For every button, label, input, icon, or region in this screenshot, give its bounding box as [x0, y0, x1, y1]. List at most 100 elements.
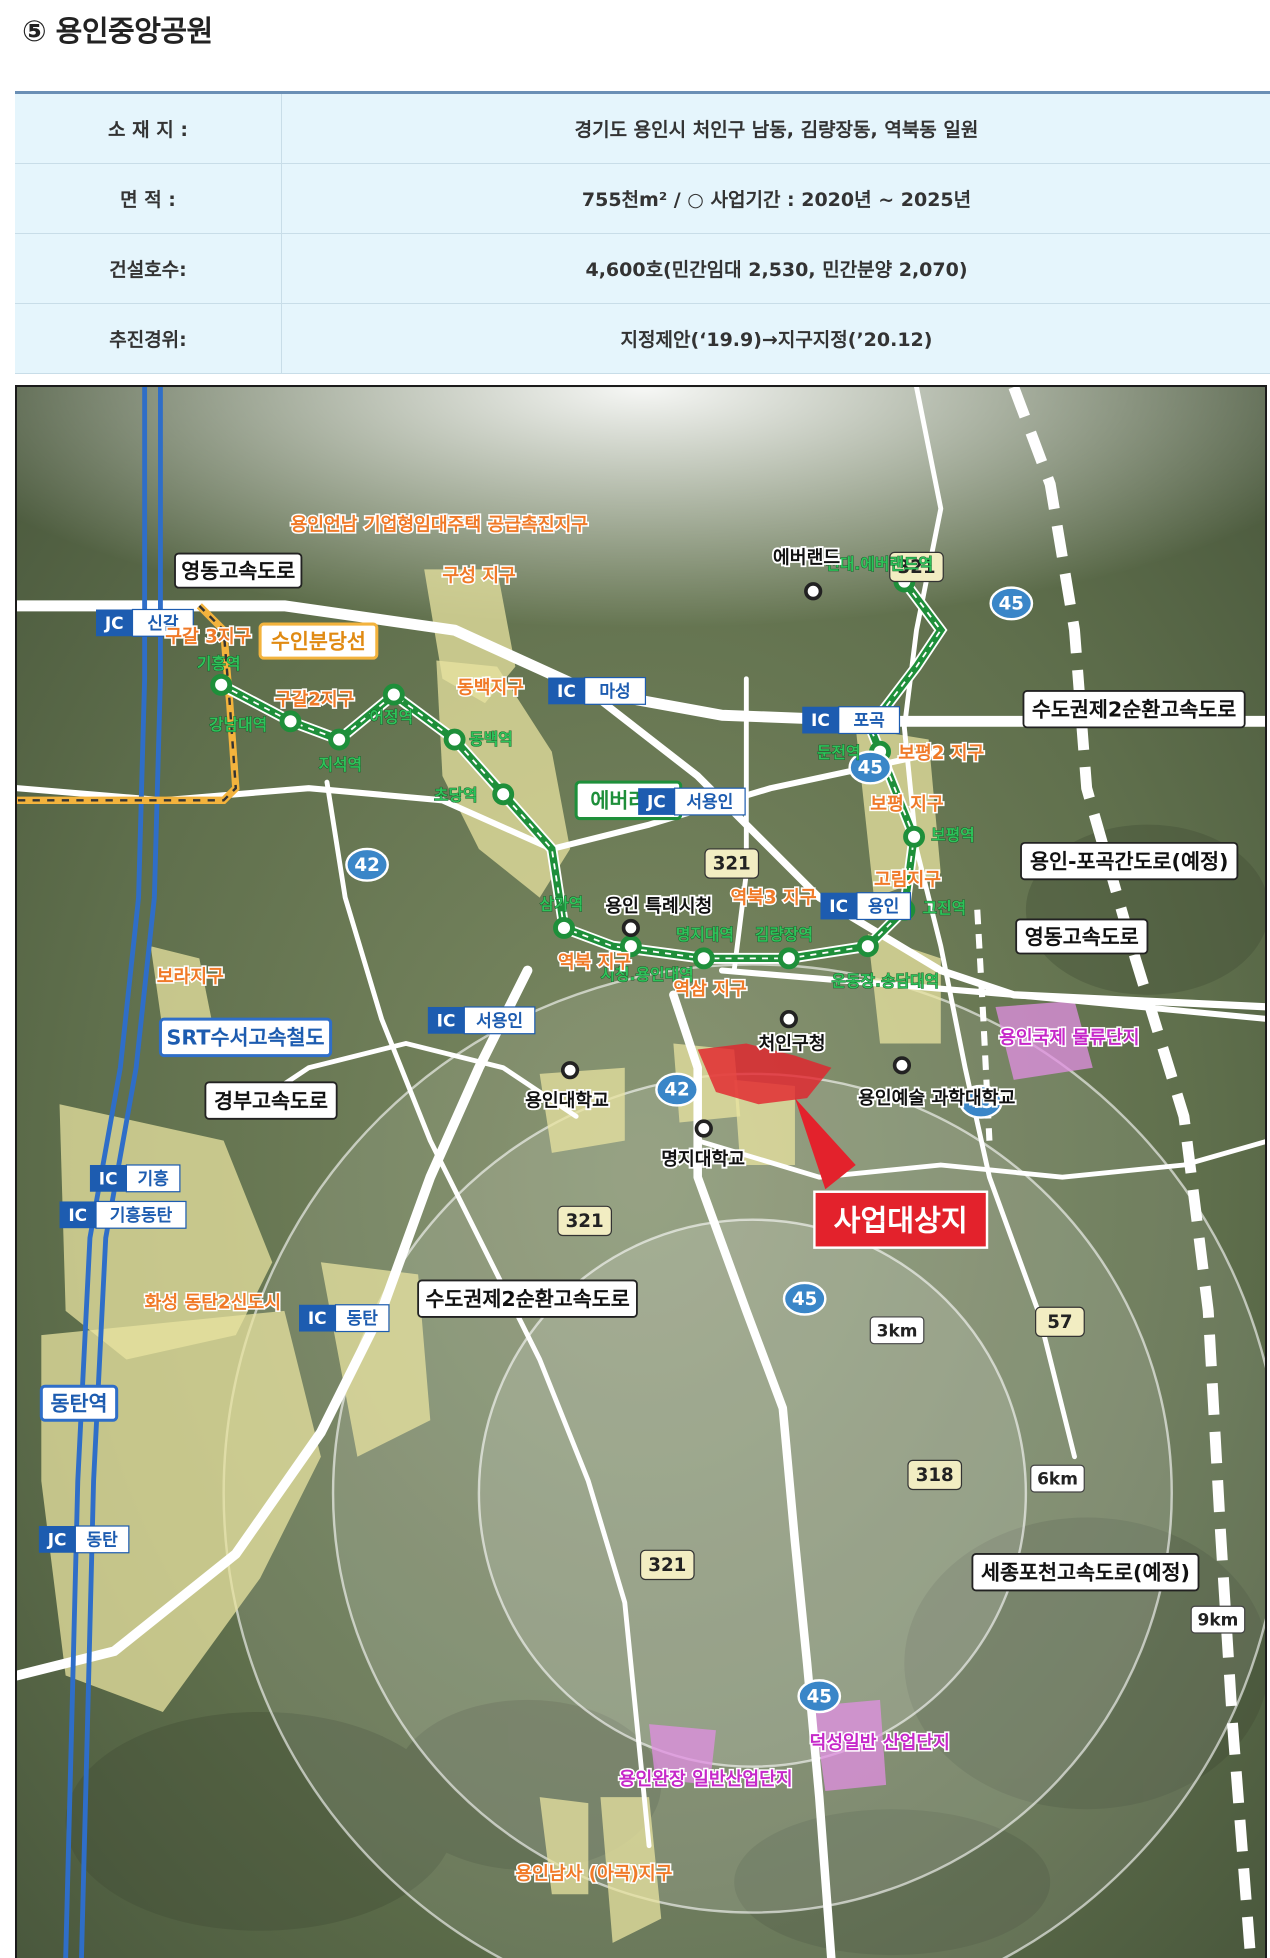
district-guseong: 구성 지구 — [442, 566, 516, 587]
svg-text:IC: IC — [308, 1309, 327, 1329]
location-map: 321 45 45 42 321 42 45 321 45 57 318 321… — [15, 385, 1267, 1958]
district-yeokbuk3: 역북3 지구 — [731, 888, 817, 909]
svg-text:IC: IC — [437, 1011, 456, 1031]
table-row: 추진경위: 지정제안(‘19.9)→지구지정(’20.12) — [15, 303, 1270, 374]
svg-text:세종포천고속도로(예정): 세종포천고속도로(예정) — [981, 1560, 1190, 1584]
ic-giheung: IC 기흥 — [89, 1164, 181, 1193]
district-gugal3: 구갈 3지구 — [165, 625, 251, 647]
station-gimnyangjang: 김량장역 — [755, 925, 813, 944]
jc-seoyongin: JC 서용인 — [638, 787, 746, 816]
svg-text:용인-포곡간도로(예정): 용인-포곡간도로(예정) — [1030, 849, 1229, 873]
label-suin-bundang: 수인분당선 — [258, 622, 379, 660]
route-318: 318 — [907, 1459, 963, 1491]
info-key-households: 건설호수: — [15, 233, 282, 304]
svg-text:IC: IC — [811, 711, 830, 731]
svg-text:동탄역: 동탄역 — [50, 1392, 107, 1416]
station-dunjeon: 둔전역 — [817, 743, 861, 762]
info-value-area: 755천m² / ○ 사업기간 : 2020년 ~ 2025년 — [281, 163, 1270, 234]
svg-text:마성: 마성 — [599, 682, 630, 702]
ic-maseong: IC 마성 — [548, 676, 647, 705]
landmark-city-hall: 용인 특례시청 — [605, 896, 712, 917]
svg-text:기흥동탄: 기흥동탄 — [110, 1205, 173, 1226]
station-samga: 삼가역 — [540, 895, 584, 914]
svg-text:서용인: 서용인 — [476, 1011, 523, 1031]
route-42-west: 42 — [345, 847, 389, 882]
svg-text:45: 45 — [999, 593, 1024, 614]
table-row: 건설호수: 4,600호(민간임대 2,530, 민간분양 2,070) — [15, 233, 1270, 304]
district-namsa: 용인남사 (아곡)지구 — [515, 1864, 672, 1885]
landmark-cheoin-office: 처인구청 — [758, 1034, 825, 1055]
station-undong: 운동장.송담대역 — [831, 971, 939, 990]
jc-dongtan: JC 동탄 — [38, 1525, 130, 1554]
station-jiseok: 지석역 — [318, 755, 362, 774]
info-value-progress: 지정제안(‘19.9)→지구지정(’20.12) — [281, 303, 1270, 374]
district-hwaseong: 화성 동탄2신도시 — [145, 1292, 281, 1313]
label-yongin-pogok: 용인-포곡간도로(예정) — [1020, 841, 1239, 881]
svg-text:57: 57 — [1047, 1312, 1072, 1333]
svg-text:사업대상지: 사업대상지 — [834, 1204, 968, 1238]
info-key-area: 면 적 : — [15, 163, 282, 234]
route-45-top: 45 — [989, 586, 1034, 621]
label-gyeongbu: 경부고속도로 — [204, 1081, 338, 1120]
svg-text:3km: 3km — [877, 1321, 918, 1341]
svg-text:경부고속도로: 경부고속도로 — [214, 1089, 328, 1113]
station-chodang: 초당역 — [434, 785, 478, 804]
station-bopyeong: 보평역 — [931, 825, 975, 844]
svg-text:JC: JC — [646, 793, 666, 813]
svg-text:수인분당선: 수인분당선 — [271, 629, 366, 653]
label-sejong-pocheon: 세종포천고속도로(예정) — [971, 1553, 1200, 1592]
route-321-bottom: 321 — [639, 1549, 695, 1581]
station-gangnam: 강남대역 — [209, 715, 267, 734]
svg-text:용인: 용인 — [868, 897, 899, 917]
station-myeongji: 명지대역 — [676, 925, 734, 944]
industrial-wanjang: 용인완장 일반산업단지 — [619, 1768, 793, 1790]
district-bopyeong2: 보평2 지구 — [898, 743, 984, 764]
station-everland: 전대.에버랜드역 — [825, 554, 933, 573]
svg-text:45: 45 — [807, 1686, 832, 1707]
svg-text:서용인: 서용인 — [686, 793, 733, 813]
table-row: 소 재 지 : 경기도 용인시 처인구 남동, 김량장동, 역북동 일원 — [15, 92, 1270, 164]
svg-text:JC: JC — [104, 614, 124, 634]
distance-6km: 6km — [1030, 1464, 1085, 1493]
route-321-mid: 321 — [704, 848, 760, 879]
landmark-everland: 에버랜드 — [773, 547, 840, 568]
station-gojin: 고진역 — [923, 898, 967, 917]
svg-text:영동고속도로: 영동고속도로 — [1025, 925, 1139, 949]
district-gorim: 고림지구 — [874, 869, 941, 890]
route-45-center: 45 — [782, 1281, 827, 1316]
label-srt: SRT수서고속철도 — [158, 1017, 333, 1058]
ic-pogok: IC 포곡 — [802, 706, 901, 735]
svg-text:321: 321 — [566, 1211, 604, 1232]
label-capital-ring-s: 수도권제2순환고속도로 — [417, 1279, 638, 1318]
route-45-bottom: 45 — [797, 1679, 842, 1714]
district-yeoksam: 역삼 지구 — [673, 979, 747, 1000]
ic-giheung-dongtan: IC 기흥동탄 — [59, 1200, 187, 1229]
label-yeongdong-nw: 영동고속도로 — [174, 552, 303, 589]
station-giheung: 기흥역 — [197, 654, 241, 673]
svg-text:IC: IC — [68, 1206, 87, 1226]
svg-text:영동고속도로: 영동고속도로 — [181, 559, 295, 583]
svg-text:수도권제2순환고속도로: 수도권제2순환고속도로 — [425, 1287, 629, 1311]
ic-seoyongin: IC 서용인 — [427, 1006, 536, 1035]
svg-text:기흥: 기흥 — [137, 1168, 169, 1189]
table-row: 면 적 : 755천m² / ○ 사업기간 : 2020년 ~ 2025년 — [15, 163, 1270, 234]
district-dongbaek: 동백지구 — [457, 677, 524, 698]
info-value-location: 경기도 용인시 처인구 남동, 김량장동, 역북동 일원 — [281, 92, 1270, 164]
district-yeokbuk: 역북 지구 — [558, 952, 632, 973]
district-yongin-eonnam: 용인언남 기업형임대주택 공급촉진지구 — [290, 513, 588, 535]
label-yeongdong-e: 영동고속도로 — [1015, 918, 1149, 955]
svg-text:321: 321 — [713, 854, 751, 875]
district-bora: 보라지구 — [157, 967, 224, 988]
info-value-households: 4,600호(민간임대 2,530, 민간분양 2,070) — [281, 233, 1270, 304]
target-callout: 사업대상지 — [813, 1190, 989, 1249]
svg-text:9km: 9km — [1198, 1611, 1239, 1631]
district-bopyeong: 보평 지구 — [870, 794, 944, 815]
ic-dongtan: IC 동탄 — [299, 1304, 390, 1333]
info-key-location: 소 재 지 : — [15, 92, 282, 164]
svg-text:42: 42 — [354, 855, 379, 876]
svg-text:수도권제2순환고속도로: 수도권제2순환고속도로 — [1032, 697, 1236, 721]
distance-3km: 3km — [869, 1316, 925, 1345]
station-eojeong: 어정역 — [370, 708, 414, 727]
landmark-art-college: 용인예술 과학대학교 — [858, 1087, 1015, 1109]
district-gugal2: 구갈2지구 — [275, 689, 355, 711]
